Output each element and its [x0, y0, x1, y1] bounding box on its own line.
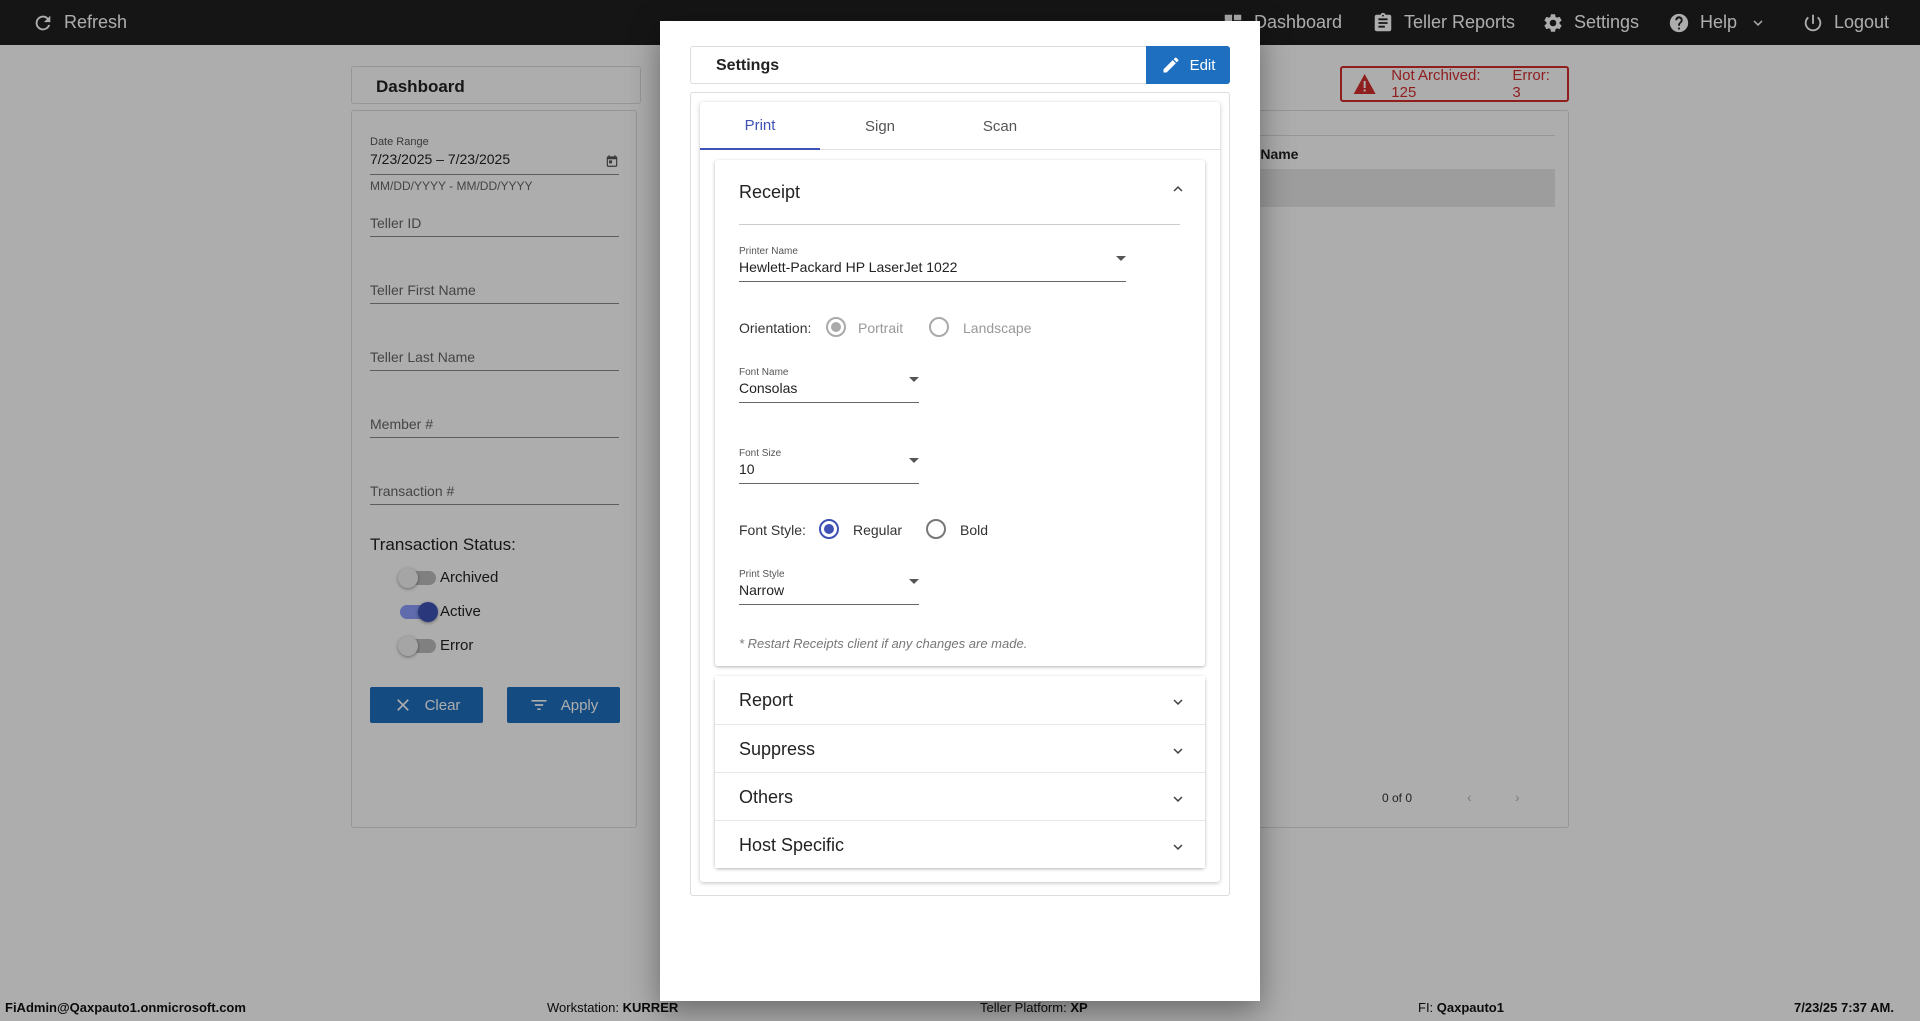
font-size-value: 10	[739, 461, 755, 477]
pencil-icon	[1163, 57, 1179, 73]
settings-body: Print Sign Scan Receipt Printer Name Hew…	[690, 92, 1230, 896]
report-panel-header[interactable]: Report	[715, 676, 1205, 724]
settings-header: Settings Edit	[690, 46, 1230, 84]
font-style-label: Font Style:	[739, 522, 806, 538]
suppress-panel-title: Suppress	[739, 739, 816, 759]
receipt-panel: Receipt Printer Name Hewlett-Packard HP …	[715, 160, 1205, 666]
host-specific-panel-header[interactable]: Host Specific	[715, 820, 1205, 868]
dropdown-arrow-icon	[1116, 256, 1126, 261]
font-style-regular-label: Regular	[853, 522, 903, 538]
orientation-portrait-label: Portrait	[858, 320, 904, 336]
dropdown-arrow-icon	[909, 377, 919, 382]
divider	[739, 224, 1180, 225]
orientation-landscape-radio[interactable]	[929, 317, 949, 337]
orientation-portrait-radio[interactable]	[826, 317, 846, 337]
font-size-select[interactable]: Font Size 10	[739, 448, 919, 484]
dropdown-arrow-icon	[909, 579, 919, 584]
settings-title: Settings	[716, 57, 780, 74]
orientation-label: Orientation:	[739, 320, 812, 336]
edit-button[interactable]: Edit	[1146, 46, 1230, 84]
font-style-bold-label: Bold	[960, 522, 989, 538]
suppress-panel-header[interactable]: Suppress	[715, 724, 1205, 772]
chevron-down-icon	[1173, 699, 1183, 705]
restart-note: * Restart Receipts client if any changes…	[739, 636, 1028, 651]
others-panel-title: Others	[739, 787, 794, 807]
tab-scan[interactable]: Scan	[940, 102, 1060, 150]
font-style-regular-radio[interactable]	[819, 519, 839, 539]
dropdown-arrow-icon	[909, 458, 919, 463]
print-style-label: Print Style	[739, 569, 785, 580]
printer-name-select[interactable]: Printer Name Hewlett-Packard HP LaserJet…	[739, 246, 1126, 282]
settings-dialog: Settings Edit Print Sign Scan Receipt Pr…	[660, 21, 1260, 1001]
chevron-up-icon[interactable]	[1169, 180, 1187, 198]
tab-print[interactable]: Print	[700, 102, 820, 150]
font-size-label: Font Size	[739, 448, 782, 459]
orientation-landscape-label: Landscape	[963, 320, 1032, 336]
printer-name-label: Printer Name	[739, 246, 798, 257]
font-name-label: Font Name	[739, 367, 789, 378]
print-style-select[interactable]: Print Style Narrow	[739, 569, 919, 605]
others-panel-header[interactable]: Others	[715, 772, 1205, 820]
font-name-value: Consolas	[739, 380, 798, 396]
tab-sign[interactable]: Sign	[820, 102, 940, 150]
font-name-select[interactable]: Font Name Consolas	[739, 367, 919, 403]
chevron-down-icon	[1173, 796, 1183, 802]
print-style-value: Narrow	[739, 582, 785, 598]
printer-name-value: Hewlett-Packard HP LaserJet 1022	[739, 259, 958, 275]
edit-label: Edit	[1189, 56, 1216, 74]
font-style-bold-radio[interactable]	[926, 519, 946, 539]
chevron-down-icon	[1173, 748, 1183, 754]
report-panel-title: Report	[739, 690, 794, 710]
receipt-panel-title[interactable]: Receipt	[739, 182, 800, 203]
settings-tabs: Print Sign Scan	[700, 102, 1220, 150]
chevron-down-icon	[1173, 844, 1183, 850]
host-specific-panel-title: Host Specific	[739, 835, 845, 855]
settings-tab-container: Print Sign Scan Receipt Printer Name Hew…	[700, 102, 1220, 882]
